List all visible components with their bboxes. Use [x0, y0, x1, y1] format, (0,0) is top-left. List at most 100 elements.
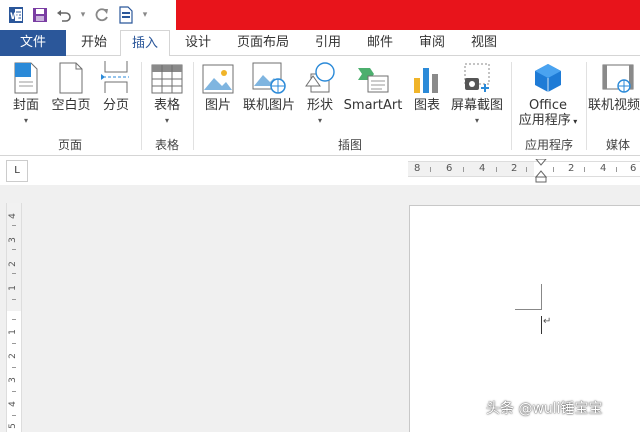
quick-access-toolbar: W ▾ ▾: [0, 0, 176, 30]
tab-selector[interactable]: L: [6, 160, 28, 182]
ruler-number: 4: [479, 163, 486, 174]
ruler-number: 8: [414, 163, 421, 174]
ruler-tick: [616, 167, 617, 172]
cover-page-label: 封面: [12, 98, 39, 113]
svg-text:W: W: [10, 12, 20, 22]
page-break-label: 分页: [102, 98, 129, 113]
ruler-number: 3: [7, 237, 18, 243]
tab-mailings[interactable]: 邮件: [358, 30, 402, 56]
tab-review[interactable]: 审阅: [410, 30, 454, 56]
online-video-icon: [588, 60, 640, 94]
office-apps-label-row: 应用程序 ▾: [514, 113, 582, 129]
ruler-number: 4: [7, 401, 18, 407]
undo-dropdown-icon[interactable]: ▾: [78, 10, 88, 20]
ruler-number: 2: [7, 261, 18, 267]
margin-corner-mark: [541, 284, 542, 310]
ruler-tick: [553, 167, 554, 172]
ruler-tick: [12, 225, 16, 226]
cover-page-button[interactable]: 封面 ▾: [6, 60, 46, 126]
ruler-tick: [12, 319, 16, 320]
title-bar-background: [176, 0, 640, 30]
group-label-illustrations: 插图: [337, 138, 362, 152]
ruler-tick: [463, 167, 464, 172]
ruler-tick: [496, 167, 497, 172]
online-picture-label: 联机图片: [242, 98, 295, 113]
ruler-tick: [526, 167, 527, 172]
blank-page-button[interactable]: 空白页: [48, 60, 94, 113]
watermark: 头条 @wuli锤宝宝: [486, 401, 603, 417]
margin-corner-mark: [515, 309, 542, 310]
tab-home[interactable]: 开始: [72, 30, 116, 56]
table-label: 表格: [153, 98, 180, 113]
chevron-down-icon: ▾: [474, 116, 479, 125]
horizontal-ruler[interactable]: 8 6 4 2 2 4 6: [408, 159, 640, 183]
ribbon-insert: 封面 ▾ 空白页 分页 页面 表格 ▾ 表格 图片 联机图片 形状 ▾ Smar…: [0, 56, 640, 156]
table-icon: [146, 60, 188, 94]
ruler-tick: [12, 367, 16, 368]
group-separator: [141, 62, 142, 150]
ruler-tick: [584, 167, 585, 172]
ruler-tick: [12, 273, 16, 274]
chevron-down-icon: ▾: [23, 116, 28, 125]
ruler-row: L 8 6 4 2 2 4 6: [0, 157, 640, 185]
picture-button[interactable]: 图片: [198, 60, 238, 113]
tab-design[interactable]: 设计: [176, 30, 220, 56]
vertical-ruler[interactable]: 4 3 2 1 1 2 3 4 5: [6, 203, 22, 432]
ruler-tick: [12, 299, 16, 300]
table-button[interactable]: 表格 ▾: [146, 60, 188, 126]
title-bar: W ▾ ▾: [0, 0, 640, 30]
undo-icon[interactable]: [54, 5, 74, 25]
tab-page-layout[interactable]: 页面布局: [228, 30, 298, 56]
screenshot-label: 屏幕截图: [450, 98, 503, 113]
blank-page-label: 空白页: [51, 98, 91, 113]
chart-label: 图表: [413, 98, 440, 113]
office-apps-button[interactable]: Office 应用程序 ▾: [514, 60, 582, 129]
paragraph-mark-icon: ↵: [543, 316, 552, 327]
page-break-icon: [96, 60, 136, 94]
picture-label: 图片: [204, 98, 231, 113]
tab-references[interactable]: 引用: [306, 30, 350, 56]
group-label-pages: 页面: [57, 138, 82, 152]
new-document-icon[interactable]: [116, 5, 136, 25]
ruler-number: 6: [446, 163, 453, 174]
blank-page-icon: [48, 60, 94, 94]
ruler-number: 1: [7, 285, 18, 291]
group-separator: [586, 62, 587, 150]
page-break-button[interactable]: 分页: [96, 60, 136, 113]
online-picture-button[interactable]: 联机图片: [240, 60, 298, 113]
smartart-label: SmartArt: [343, 98, 403, 113]
redo-icon[interactable]: [92, 5, 112, 25]
shapes-button[interactable]: 形状 ▾: [302, 60, 338, 126]
chart-button[interactable]: 图表: [408, 60, 446, 113]
customize-qat-icon[interactable]: ▾: [140, 10, 150, 20]
group-separator: [511, 62, 512, 150]
ruler-number: 2: [568, 163, 575, 174]
shapes-icon: [302, 60, 338, 94]
online-video-label: 联机视频: [588, 98, 640, 113]
text-cursor: [541, 316, 542, 334]
office-store-icon: [514, 60, 582, 94]
smartart-button[interactable]: SmartArt: [342, 60, 404, 113]
group-label-apps: 应用程序: [524, 138, 573, 152]
ruler-tick: [12, 415, 16, 416]
ruler-number: 6: [630, 163, 637, 174]
screenshot-button[interactable]: 屏幕截图 ▾: [448, 60, 506, 126]
office-apps-label-line1: Office: [529, 98, 567, 113]
word-app-icon[interactable]: W: [6, 5, 26, 25]
ruler-number: 3: [7, 377, 18, 383]
ruler-number: 5: [7, 423, 18, 429]
ruler-tick: [12, 343, 16, 344]
chevron-down-icon: ▾: [570, 117, 578, 126]
group-separator: [193, 62, 194, 150]
ruler-tick: [12, 391, 16, 392]
ruler-tick: [430, 167, 431, 172]
office-apps-label-line2: 应用程序: [518, 113, 571, 128]
tab-view[interactable]: 视图: [462, 30, 506, 56]
chevron-down-icon: ▾: [164, 116, 169, 125]
cover-page-icon: [6, 60, 46, 94]
indent-marker-icon[interactable]: [535, 159, 547, 183]
save-icon[interactable]: [30, 5, 50, 25]
online-video-button[interactable]: 联机视频: [588, 60, 640, 113]
tab-insert[interactable]: 插入: [120, 30, 170, 57]
tab-file[interactable]: 文件: [0, 30, 66, 56]
